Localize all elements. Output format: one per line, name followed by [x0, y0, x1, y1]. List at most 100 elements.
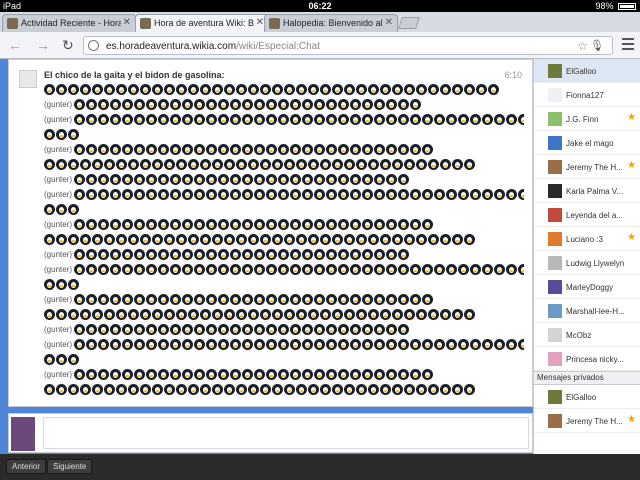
menu-icon[interactable] — [622, 38, 634, 53]
new-tab-button[interactable] — [398, 17, 420, 29]
gunter-penguin-icon — [146, 249, 158, 260]
gunter-penguin-icon — [140, 84, 151, 95]
gunter-penguin-icon — [368, 234, 379, 245]
favicon-icon — [7, 18, 18, 29]
user-list-item[interactable]: Jeremy The H... ★ — [534, 409, 640, 433]
gunter-penguin-icon — [122, 294, 134, 305]
gunter-penguin-icon — [80, 84, 91, 95]
bookmark-star-icon[interactable]: ☆ — [577, 39, 588, 53]
gunter-penguin-icon — [182, 189, 194, 200]
message-time: 6:10 — [504, 70, 522, 80]
gunter-penguin-icon — [374, 339, 386, 350]
gunter-penguin-icon — [266, 144, 278, 155]
address-bar[interactable]: es.horadeaventura.wikia.com/wiki/Especia… — [83, 36, 613, 55]
user-list-item[interactable]: ElGalloo — [534, 385, 640, 409]
gunter-penguin-icon — [302, 264, 314, 275]
tab-halopedia[interactable]: Halopedia: Bienvenido al c ✕ — [264, 14, 398, 32]
message-avatar — [19, 70, 37, 88]
gunter-penguin-icon — [350, 294, 362, 305]
gunter-penguin-icon — [236, 84, 247, 95]
gunter-penguin-icon — [362, 369, 374, 380]
gunter-penguin-icon — [440, 234, 451, 245]
gunter-penguin-icon — [302, 99, 314, 110]
emote-row — [44, 157, 524, 172]
gunter-penguin-icon — [350, 249, 362, 260]
gunter-penguin-icon — [98, 264, 110, 275]
user-list-item[interactable]: J.G. Finn ★ — [534, 107, 640, 131]
gunter-penguin-icon — [350, 369, 362, 380]
gunter-penguin-icon — [386, 339, 398, 350]
private-messages-header: Mensajes privados — [534, 371, 640, 385]
user-list-item[interactable]: Ludwig Llywelyn — [534, 251, 640, 275]
gunter-penguin-icon — [314, 219, 326, 230]
gunter-penguin-icon — [338, 339, 350, 350]
chat-messages[interactable]: El chico de la gaita y el bidon de gasol… — [8, 59, 533, 407]
user-list-item[interactable]: Leyenda del a... — [534, 203, 640, 227]
user-list-item[interactable]: Karla Palma V... — [534, 179, 640, 203]
gunter-penguin-icon — [464, 234, 475, 245]
user-list-item[interactable]: ElGalloo — [534, 59, 640, 83]
reload-icon[interactable]: ↻ — [62, 37, 74, 54]
gunter-penguin-icon — [398, 189, 410, 200]
gunter-penguin-icon — [290, 339, 302, 350]
gunter-penguin-icon — [278, 294, 290, 305]
bottom-bar: Anterior Siguiente — [0, 454, 640, 480]
gunter-penguin-icon — [116, 309, 127, 320]
user-list-item[interactable]: MarleyDoggy — [534, 275, 640, 299]
gunter-penguin-icon — [98, 144, 110, 155]
emote-code: (gunter) — [44, 295, 73, 304]
user-list-item[interactable]: McObz — [534, 323, 640, 347]
gunter-penguin-icon — [374, 114, 386, 125]
favicon-icon — [269, 18, 280, 29]
back-arrow-icon[interactable]: ← — [8, 37, 22, 53]
gunter-penguin-icon — [314, 189, 326, 200]
user-list-item[interactable]: Luciano :3 ★ — [534, 227, 640, 251]
gunter-penguin-icon — [182, 219, 194, 230]
gunter-penguin-icon — [230, 339, 242, 350]
gunter-penguin-icon — [194, 249, 206, 260]
gunter-penguin-icon — [182, 114, 194, 125]
user-list-item[interactable]: Jake el mago — [534, 131, 640, 155]
gunter-penguin-icon — [158, 294, 170, 305]
gunter-penguin-icon — [302, 324, 314, 335]
gunter-penguin-icon — [182, 264, 194, 275]
gunter-penguin-icon — [110, 114, 122, 125]
close-tab-icon[interactable]: ✕ — [256, 17, 264, 28]
user-list-item[interactable]: Marshall-lee-H... — [534, 299, 640, 323]
gunter-penguin-icon — [176, 309, 187, 320]
user-list-item[interactable]: Princesa nicky... — [534, 347, 640, 371]
gunter-penguin-icon — [422, 339, 434, 350]
next-button[interactable]: Siguiente — [47, 459, 93, 474]
moderator-star-icon: ★ — [627, 414, 636, 425]
gunter-penguin-icon — [272, 309, 283, 320]
gunter-penguin-icon — [86, 219, 98, 230]
gunter-penguin-icon — [308, 84, 319, 95]
gunter-penguin-icon — [326, 294, 338, 305]
chat-input[interactable] — [43, 417, 529, 449]
message-body: (gunter) (gunter) (gunter) (gunter) (gunter)… — [44, 82, 524, 397]
emote-code: (gunter) — [44, 115, 73, 124]
gunter-penguin-icon — [362, 219, 374, 230]
gunter-penguin-icon — [338, 369, 350, 380]
gunter-penguin-icon — [44, 234, 55, 245]
gunter-penguin-icon — [326, 144, 338, 155]
tab-hora-de-aventura[interactable]: Hora de aventura Wiki: Bie ✕ — [135, 14, 269, 32]
close-tab-icon[interactable]: ✕ — [123, 17, 131, 28]
microphone-icon[interactable]: 🎙 — [590, 39, 604, 52]
gunter-penguin-icon — [326, 174, 338, 185]
emote-row: (gunter) — [44, 337, 524, 352]
user-list-item[interactable]: Jeremy The H... ★ — [534, 155, 640, 179]
close-tab-icon[interactable]: ✕ — [385, 17, 393, 28]
gunter-penguin-icon — [98, 114, 110, 125]
user-list-item[interactable]: Fionna127 — [534, 83, 640, 107]
gunter-penguin-icon — [326, 264, 338, 275]
emote-row: (gunter) — [44, 217, 524, 232]
gunter-penguin-icon — [422, 144, 434, 155]
address-url[interactable]: es.horadeaventura.wikia.com/wiki/Especia… — [106, 41, 320, 52]
previous-button[interactable]: Anterior — [6, 459, 47, 474]
gunter-penguin-icon — [206, 174, 218, 185]
tab-actividad-reciente[interactable]: Actividad Reciente - Hora d ✕ — [2, 14, 136, 32]
gunter-penguin-icon — [284, 234, 295, 245]
gunter-penguin-icon — [326, 189, 338, 200]
forward-arrow-icon[interactable]: → — [36, 37, 50, 53]
